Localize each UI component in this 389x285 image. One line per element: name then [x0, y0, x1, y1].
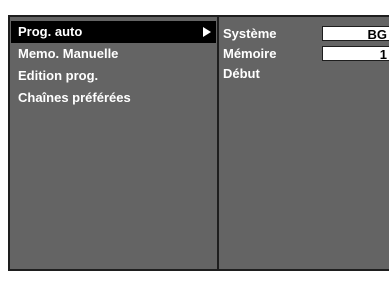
- submenu-settings: Système BG Mémoire 1 Début: [223, 25, 389, 85]
- debut-action[interactable]: Début: [223, 65, 260, 83]
- menu-item-label: Edition prog.: [18, 68, 99, 83]
- systeme-value-field[interactable]: BG: [322, 26, 389, 41]
- menu-item-chaines-preferees[interactable]: Chaînes préférées: [10, 87, 217, 109]
- menu-item-label: Memo. Manuelle: [18, 46, 119, 61]
- menu-item-edition-prog[interactable]: Edition prog.: [10, 65, 217, 87]
- setting-label: Mémoire: [223, 46, 277, 61]
- main-menu: Prog. auto Memo. Manuelle Edition prog. …: [10, 21, 217, 109]
- menu-item-prog-auto[interactable]: Prog. auto: [11, 21, 216, 43]
- setting-label: Système: [223, 26, 277, 41]
- memoire-value-field[interactable]: 1: [322, 46, 389, 61]
- osd-menu-panel: Prog. auto Memo. Manuelle Edition prog. …: [8, 15, 389, 271]
- setting-systeme[interactable]: Système BG: [223, 25, 389, 43]
- tv-screen: Prog. auto Memo. Manuelle Edition prog. …: [0, 0, 389, 285]
- panel-divider: [217, 17, 219, 269]
- triangle-right-icon: [203, 27, 211, 37]
- menu-item-label: Prog. auto: [18, 24, 83, 39]
- setting-debut[interactable]: Début: [223, 65, 389, 83]
- setting-memoire[interactable]: Mémoire 1: [223, 45, 389, 63]
- menu-item-label: Chaînes préférées: [18, 90, 131, 105]
- menu-item-memo-manuelle[interactable]: Memo. Manuelle: [10, 43, 217, 65]
